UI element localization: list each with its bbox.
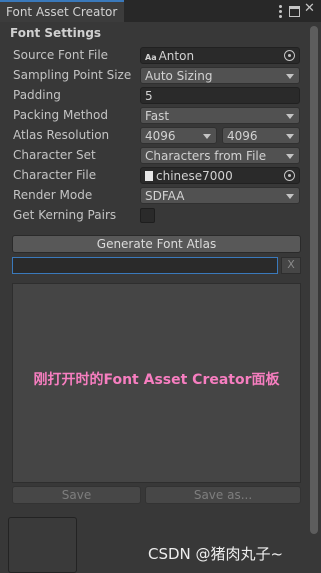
- source-font-file-value: Anton: [158, 49, 195, 63]
- get-kerning-pairs-label: Get Kerning Pairs: [13, 208, 117, 222]
- source-font-file-field[interactable]: Aa Anton: [140, 47, 300, 64]
- atlas-width-value: 4096: [145, 129, 176, 143]
- window-controls: ✕: [273, 1, 317, 19]
- clear-button[interactable]: X: [281, 257, 301, 274]
- character-set-value: Characters from File: [145, 149, 267, 163]
- atlas-height-dropdown[interactable]: 4096: [222, 127, 300, 144]
- kebab-menu-icon[interactable]: [277, 3, 283, 19]
- preview-caption: 刚打开时的Font Asset Creator面板: [33, 372, 280, 388]
- object-picker-icon[interactable]: [284, 170, 295, 181]
- packing-method-value: Fast: [145, 109, 170, 123]
- character-set-dropdown[interactable]: Characters from File: [140, 147, 300, 164]
- chevron-down-icon: [203, 134, 211, 139]
- chevron-down-icon: [286, 134, 294, 139]
- watermark: CSDN @猪肉丸子~: [148, 545, 284, 563]
- section-title: Font Settings: [10, 26, 102, 40]
- sampling-point-size-label: Sampling Point Size: [13, 68, 132, 82]
- sampling-point-size-dropdown[interactable]: Auto Sizing: [140, 67, 300, 84]
- packing-method-dropdown[interactable]: Fast: [140, 107, 300, 124]
- chevron-down-icon: [286, 154, 294, 159]
- generate-font-atlas-button[interactable]: Generate Font Atlas: [12, 235, 301, 253]
- close-icon[interactable]: ✕: [304, 1, 315, 16]
- padding-input[interactable]: 5: [140, 87, 300, 104]
- atlas-resolution-label: Atlas Resolution: [13, 128, 110, 142]
- maximize-icon[interactable]: [289, 6, 300, 17]
- atlas-height-value: 4096: [227, 129, 258, 143]
- source-font-file-label: Source Font File: [13, 48, 109, 62]
- render-mode-label: Render Mode: [13, 188, 93, 202]
- object-picker-icon[interactable]: [284, 50, 295, 61]
- scrollbar[interactable]: [310, 26, 318, 534]
- padding-label: Padding: [13, 88, 61, 102]
- character-file-value: chinese7000: [156, 169, 233, 183]
- progress-field[interactable]: [12, 257, 278, 274]
- render-mode-dropdown[interactable]: SDFAA: [140, 187, 300, 204]
- font-asset-icon: Aa: [145, 53, 157, 62]
- atlas-width-dropdown[interactable]: 4096: [140, 127, 217, 144]
- save-button[interactable]: Save: [12, 486, 141, 504]
- character-file-label: Character File: [13, 168, 97, 182]
- character-set-label: Character Set: [13, 148, 96, 162]
- render-mode-value: SDFAA: [145, 189, 185, 203]
- get-kerning-pairs-checkbox[interactable]: [140, 208, 155, 223]
- tab-bar: Font Asset Creator ✕: [0, 0, 321, 22]
- chevron-down-icon: [286, 114, 294, 119]
- atlas-thumbnail: [8, 517, 77, 573]
- chevron-down-icon: [286, 74, 294, 79]
- sampling-point-size-value: Auto Sizing: [145, 69, 213, 83]
- atlas-preview-panel: 刚打开时的Font Asset Creator面板: [12, 283, 301, 483]
- chevron-down-icon: [286, 194, 294, 199]
- packing-method-label: Packing Method: [13, 108, 108, 122]
- tab-font-asset-creator[interactable]: Font Asset Creator: [0, 0, 124, 22]
- save-as-button[interactable]: Save as...: [145, 486, 301, 504]
- character-file-field[interactable]: chinese7000: [140, 167, 300, 184]
- text-asset-icon: [145, 171, 153, 181]
